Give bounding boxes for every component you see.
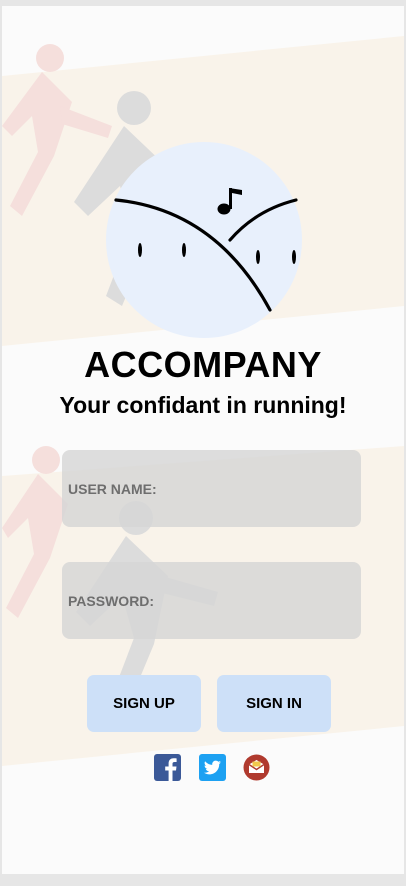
username-input[interactable] bbox=[162, 472, 361, 505]
mail-icon[interactable] bbox=[243, 754, 270, 781]
sign-in-button[interactable]: SIGN IN bbox=[217, 675, 331, 732]
app-title: ACCOMPANY bbox=[84, 344, 322, 385]
password-input[interactable] bbox=[160, 584, 361, 617]
username-field[interactable]: USER NAME: bbox=[62, 450, 361, 527]
app-tagline: Your confidant in running! bbox=[59, 392, 347, 418]
sign-up-button[interactable]: SIGN UP bbox=[87, 675, 201, 732]
app-logo bbox=[106, 142, 302, 338]
username-label: USER NAME: bbox=[68, 480, 157, 497]
password-label: PASSWORD: bbox=[68, 592, 155, 609]
runner-background-art bbox=[2, 36, 404, 766]
twitter-icon[interactable] bbox=[199, 754, 226, 781]
login-screen: ACCOMPANY Your confidant in running! USE… bbox=[2, 6, 404, 874]
password-field[interactable]: PASSWORD: bbox=[62, 562, 361, 639]
facebook-icon[interactable] bbox=[154, 754, 181, 781]
